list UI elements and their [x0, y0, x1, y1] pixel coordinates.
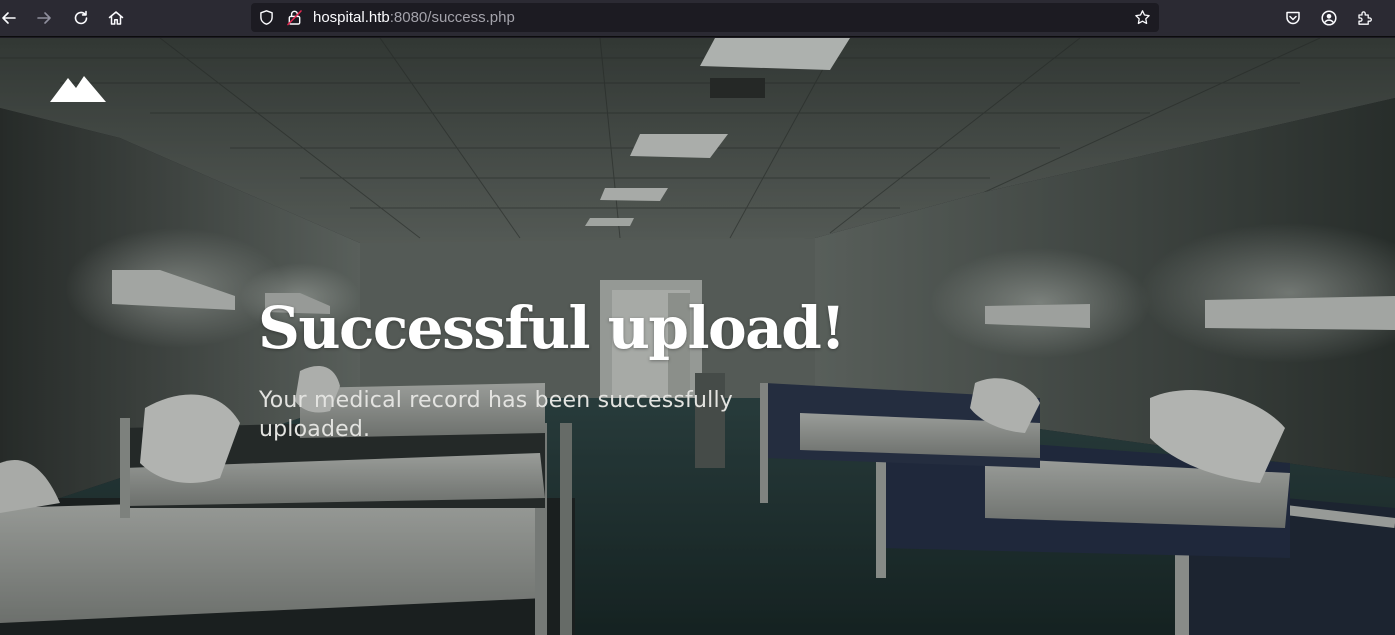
url-path: :8080/success.php [389, 9, 515, 26]
shield-icon[interactable] [258, 9, 275, 26]
account-button[interactable] [1316, 5, 1342, 31]
page-subtitle: Your medical record has been successfull… [259, 388, 733, 442]
puzzle-icon [1358, 11, 1372, 25]
reload-button[interactable] [68, 5, 94, 31]
extensions-button[interactable] [1352, 5, 1378, 31]
reload-icon [74, 10, 88, 25]
back-button[interactable] [0, 5, 22, 31]
star-icon[interactable] [1134, 9, 1151, 26]
lock-insecure-icon[interactable] [286, 9, 303, 26]
arrow-right-icon [37, 12, 51, 24]
home-icon [108, 11, 124, 25]
page-title: Successful upload! [258, 294, 846, 362]
account-icon [1321, 10, 1337, 26]
pocket-button[interactable] [1280, 5, 1306, 31]
url-text[interactable]: hospital.htb:8080/success.php [313, 9, 515, 26]
pocket-icon [1286, 11, 1300, 25]
browser-toolbar: hospital.htb:8080/success.php [0, 0, 1395, 37]
url-host: hospital.htb [313, 9, 390, 26]
address-bar[interactable]: hospital.htb:8080/success.php [251, 3, 1159, 32]
mountain-logo-icon[interactable] [50, 70, 106, 102]
arrow-left-icon [2, 12, 16, 24]
page-viewport: Successful upload! Your medical record h… [0, 38, 1395, 635]
home-button[interactable] [103, 5, 129, 31]
forward-button[interactable] [31, 5, 57, 31]
